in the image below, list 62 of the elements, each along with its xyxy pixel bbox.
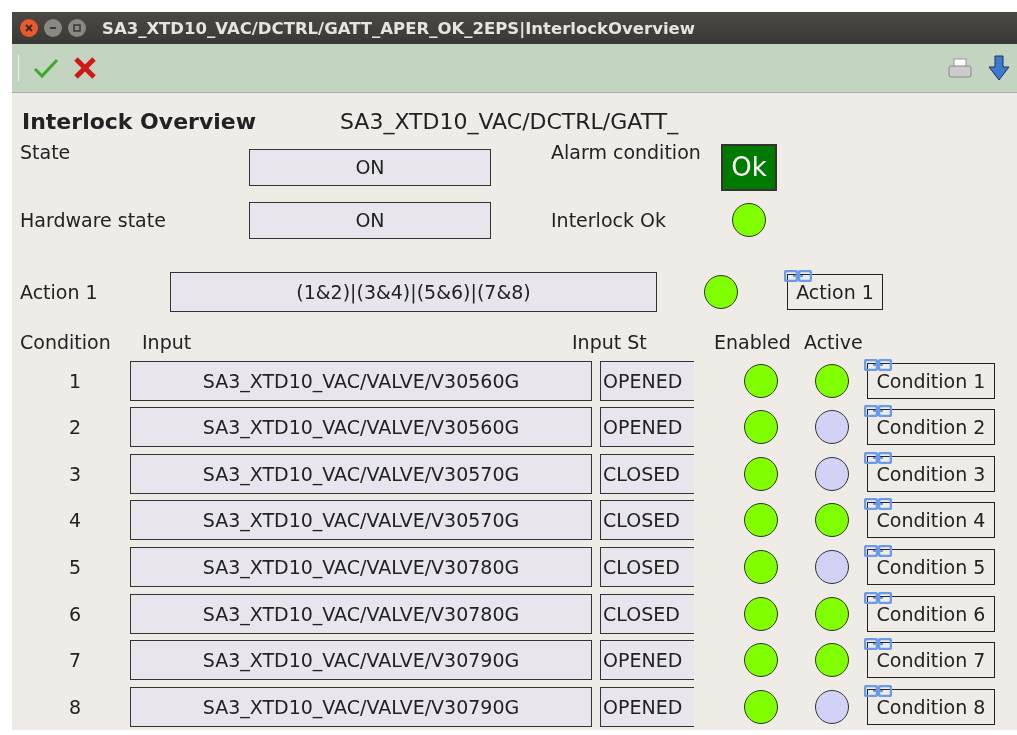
down-arrow-icon[interactable] (987, 54, 1011, 83)
condition-number: 3 (67, 462, 83, 485)
input-field: SA3_XTD10_VAC/VALVE/V30790G (130, 686, 592, 727)
condition-button[interactable]: Condition 6 (867, 595, 995, 632)
input-state-field: CLOSED (600, 593, 694, 634)
link-icon (864, 405, 892, 418)
maximize-button[interactable] (68, 19, 86, 38)
link-icon (864, 684, 892, 697)
field-label: State (20, 141, 72, 164)
input-field: SA3_XTD10_VAC/VALVE/V30570G (130, 453, 592, 494)
action-label: Action 1 (20, 281, 99, 304)
alarm-indicator: Ok (721, 143, 777, 191)
column-header: Input (142, 331, 193, 354)
condition-number: 6 (67, 602, 83, 625)
minimize-button[interactable] (44, 19, 62, 38)
field-label: Alarm condition (551, 141, 702, 164)
link-icon (784, 270, 812, 283)
condition-number: 1 (67, 369, 83, 392)
close-button[interactable] (20, 19, 38, 38)
hardware-state-field: ON (249, 201, 491, 239)
input-field: SA3_XTD10_VAC/VALVE/V30780G (130, 593, 592, 634)
state-field: ON (249, 148, 491, 186)
input-state-field: OPENED (600, 360, 694, 401)
link-icon (864, 544, 892, 557)
field-label: Hardware state (20, 209, 167, 232)
input-field: SA3_XTD10_VAC/VALVE/V30780G (130, 546, 592, 587)
condition-number: 4 (67, 509, 83, 532)
expression-field: (1&2)|(3&4)|(5&6)|(7&8) (170, 272, 657, 313)
column-header: Condition (20, 331, 112, 354)
condition-number: 5 (67, 555, 83, 578)
input-field: SA3_XTD10_VAC/VALVE/V30790G (130, 640, 592, 681)
column-header: Input St (572, 331, 648, 354)
input-state-field: CLOSED (600, 546, 694, 587)
link-icon (864, 591, 892, 604)
condition-number: 8 (67, 695, 83, 718)
link-icon (864, 638, 892, 651)
cross-icon[interactable] (73, 56, 97, 81)
checkmark-icon[interactable] (33, 57, 59, 80)
condition-button[interactable]: Condition 1 (867, 362, 995, 399)
device-name: SA3_XTD10_VAC/DCTRL/GATT_ (340, 108, 679, 134)
input-state-field: CLOSED (600, 453, 694, 494)
input-state-field: CLOSED (600, 500, 694, 541)
input-state-field: OPENED (600, 686, 694, 727)
input-state-field: OPENED (600, 407, 694, 448)
input-field: SA3_XTD10_VAC/VALVE/V30570G (130, 500, 592, 541)
column-header: Active (804, 331, 864, 354)
printer-icon[interactable] (947, 57, 973, 80)
condition-button[interactable]: Condition 3 (867, 455, 995, 492)
window-title: SA3_XTD10_VAC/DCTRL/GATT_APER_OK_2EPS|InterlockOverview (102, 18, 695, 38)
input-field: SA3_XTD10_VAC/VALVE/V30560G (130, 360, 592, 401)
input-field: SA3_XTD10_VAC/VALVE/V30560G (130, 407, 592, 448)
condition-button[interactable]: Condition 5 (867, 548, 995, 585)
condition-button[interactable]: Condition 8 (867, 688, 995, 725)
condition-number: 7 (67, 649, 83, 672)
link-icon (864, 358, 892, 371)
page-heading: Interlock Overview (22, 108, 258, 134)
field-label: Interlock Ok (551, 209, 667, 232)
link-icon (864, 451, 892, 464)
condition-number: 2 (67, 416, 83, 439)
column-header: Enabled (714, 331, 792, 354)
input-state-field: OPENED (600, 640, 694, 681)
link-icon (864, 498, 892, 511)
